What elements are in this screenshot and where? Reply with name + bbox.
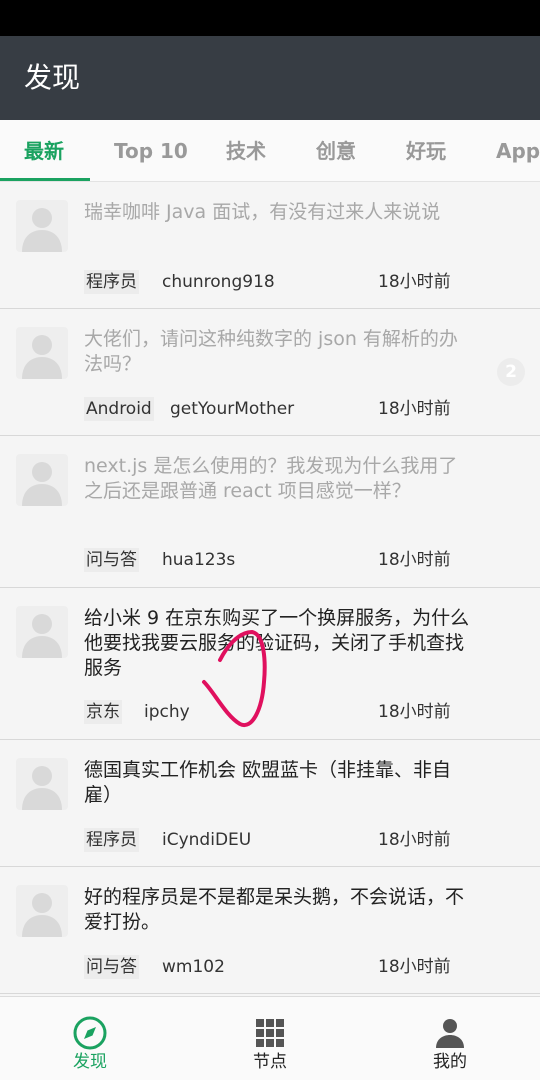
avatar	[16, 758, 68, 810]
topic-title: 好的程序员是不是都是呆头鹅，不会说话，不爱打扮。	[84, 886, 465, 933]
topic-title: 德国真实工作机会 欧盟蓝卡（非挂靠、非自雇）	[84, 759, 452, 806]
topic-item[interactable]: 瑞幸咖啡 Java 面试，有没有过来人来说说 程序员 chunrong918 1…	[0, 182, 540, 309]
nav-nodes[interactable]: 节点	[180, 997, 360, 1080]
topic-title: 给小米 9 在京东购买了一个换屏服务，为什么他要找我要云服务的验证码，关闭了手机…	[84, 607, 470, 679]
nav-discover[interactable]: 发现	[0, 997, 180, 1080]
timestamp: 18小时前	[378, 957, 451, 977]
grid-icon	[256, 1019, 284, 1047]
node-label[interactable]: Android	[84, 397, 154, 421]
nav-label: 节点	[253, 1052, 287, 1072]
topic-title: 大佬们，请问这种纯数字的 json 有解析的办法吗？	[84, 328, 458, 375]
avatar	[16, 606, 68, 658]
tab-creative[interactable]: 创意	[316, 138, 356, 164]
tab-tech[interactable]: 技术	[226, 138, 266, 164]
timestamp: 18小时前	[378, 830, 451, 850]
avatar	[16, 885, 68, 937]
avatar	[16, 327, 68, 379]
nav-label: 发现	[73, 1052, 107, 1072]
topic-title: 瑞幸咖啡 Java 面试，有没有过来人来说说	[84, 201, 441, 223]
node-label[interactable]: 程序员	[84, 270, 139, 294]
timestamp: 18小时前	[378, 399, 451, 419]
username[interactable]: iCyndiDEU	[162, 829, 251, 851]
topic-item[interactable]: 德国真实工作机会 欧盟蓝卡（非挂靠、非自雇） 程序员 iCyndiDEU 18小…	[0, 740, 540, 867]
avatar	[16, 454, 68, 506]
username[interactable]: wm102	[162, 956, 225, 978]
topic-item[interactable]: 给小米 9 在京东购买了一个换屏服务，为什么他要找我要云服务的验证码，关闭了手机…	[0, 588, 540, 740]
node-label[interactable]: 京东	[84, 700, 122, 724]
bottom-nav: 发现 节点 我的	[0, 996, 540, 1080]
page-title: 发现	[24, 61, 81, 94]
node-label[interactable]: 问与答	[84, 548, 139, 572]
node-label[interactable]: 问与答	[84, 955, 139, 979]
tab-fun[interactable]: 好玩	[406, 138, 446, 164]
tab-top10[interactable]: Top 10	[114, 138, 188, 164]
tab-latest[interactable]: 最新	[24, 138, 64, 164]
tab-bar: 最新 Top 10 技术 创意 好玩 Apple	[0, 120, 540, 182]
timestamp: 18小时前	[378, 272, 451, 292]
username[interactable]: ipchy	[144, 701, 190, 723]
person-icon	[436, 1019, 464, 1048]
tab-apple[interactable]: Apple	[496, 138, 540, 164]
timestamp: 18小时前	[378, 702, 451, 722]
topic-item[interactable]: 好的程序员是不是都是呆头鹅，不会说话，不爱打扮。 问与答 wm102 18小时前	[0, 867, 540, 994]
reply-count-badge: 2	[497, 358, 525, 386]
avatar	[16, 200, 68, 252]
topic-list: 瑞幸咖啡 Java 面试，有没有过来人来说说 程序员 chunrong918 1…	[0, 182, 540, 996]
username[interactable]: getYourMother	[170, 398, 294, 420]
nav-me[interactable]: 我的	[360, 997, 540, 1080]
status-bar	[0, 0, 540, 36]
username[interactable]: chunrong918	[162, 271, 275, 293]
app-bar: 发现	[0, 36, 540, 120]
topic-item[interactable]: next.js 是怎么使用的？我发现为什么我用了之后还是跟普通 react 项目…	[0, 436, 540, 588]
topic-title: next.js 是怎么使用的？我发现为什么我用了之后还是跟普通 react 项目…	[84, 455, 458, 502]
node-label[interactable]: 程序员	[84, 828, 139, 852]
compass-icon	[73, 1016, 107, 1050]
topic-item[interactable]: 大佬们，请问这种纯数字的 json 有解析的办法吗？ Android getYo…	[0, 309, 540, 436]
username[interactable]: hua123s	[162, 549, 235, 571]
nav-label: 我的	[433, 1052, 467, 1072]
timestamp: 18小时前	[378, 550, 451, 570]
